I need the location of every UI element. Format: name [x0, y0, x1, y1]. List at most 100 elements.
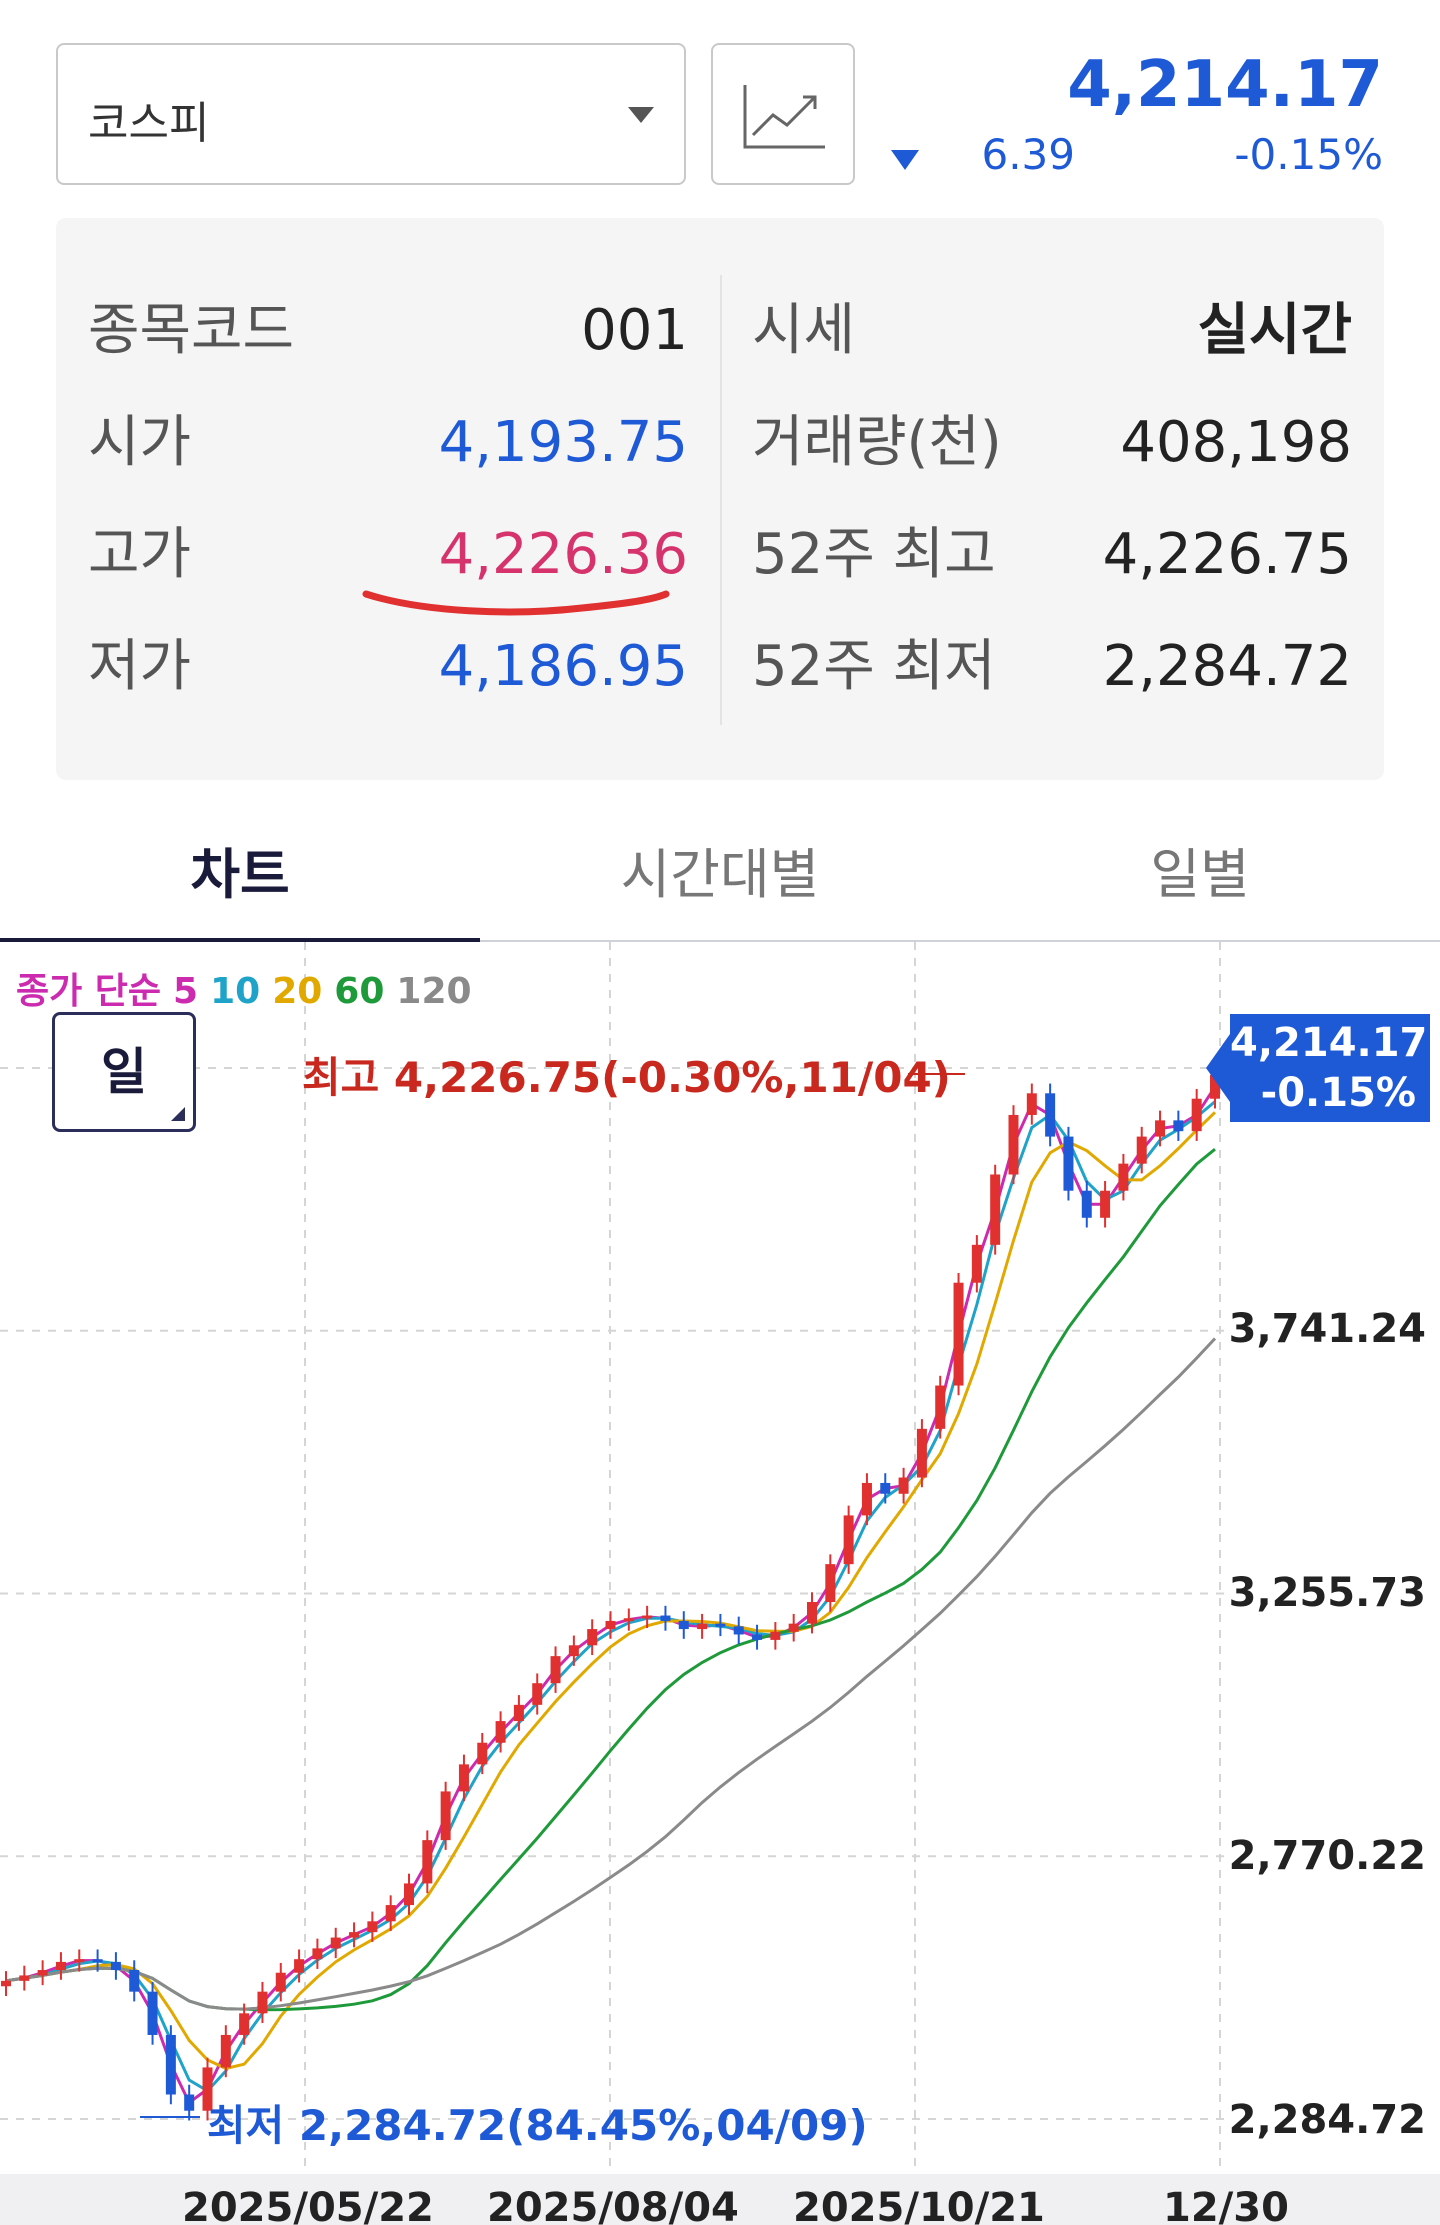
y-tick-label: 3,255.73	[1228, 1570, 1426, 1616]
ma-legend-prefix: 종가 단순	[16, 971, 162, 1012]
info-value: 4,226.75	[1102, 522, 1352, 587]
info-value: 실시간	[1197, 298, 1352, 363]
candle-body	[1118, 1163, 1129, 1191]
ma-legend-item: 60	[334, 971, 385, 1012]
candle-body	[1173, 1120, 1184, 1132]
tab-bar: 차트 시간대별 일별	[0, 800, 1440, 942]
info-divider	[720, 275, 722, 725]
info-value: 001	[581, 298, 688, 363]
candle-body	[770, 1631, 781, 1640]
candle-body	[458, 1764, 469, 1792]
tab-daily[interactable]: 일별	[960, 830, 1440, 909]
candle-body	[660, 1615, 671, 1621]
candle-body	[385, 1905, 396, 1922]
info-label: 시가	[88, 410, 192, 475]
candle-body	[990, 1174, 1001, 1245]
tab-hourly[interactable]: 시간대별	[480, 830, 960, 909]
candle-body	[495, 1721, 506, 1743]
tab-label: 일별	[1150, 843, 1250, 906]
period-label: 일	[101, 1043, 147, 1101]
candle-body	[37, 1970, 48, 1976]
candle-body	[752, 1634, 763, 1640]
price-chart[interactable]: 종가 단순 5 10 20 60 120 일 4,214.17 -0.15% 최고 4,2…	[0, 942, 1440, 2225]
current-price-tag: 4,214.17 -0.15%	[1206, 1014, 1430, 1122]
candle-body	[825, 1564, 836, 1603]
handwritten-underline	[362, 590, 670, 616]
candle-body	[953, 1282, 964, 1386]
candle-body	[404, 1883, 414, 1906]
y-tick-label: 2,770.22	[1228, 1833, 1426, 1879]
info-value: 4,193.75	[438, 410, 688, 475]
candle-body	[1, 1980, 11, 1987]
candle-body	[715, 1623, 726, 1627]
info-label: 거래량(천)	[752, 410, 1002, 475]
info-row-52w-high: 52주 최고 4,226.75	[752, 520, 1352, 590]
x-tick-label: 2025/08/04	[487, 2185, 739, 2225]
candle-body	[74, 1959, 85, 1963]
tab-label: 시간대별	[620, 843, 820, 906]
info-value: 2,284.72	[1102, 634, 1352, 699]
candle-body	[147, 1991, 158, 2035]
info-label: 고가	[88, 522, 192, 587]
period-button[interactable]: 일	[52, 1012, 196, 1132]
info-label: 종목코드	[88, 298, 295, 363]
candle-body	[477, 1742, 488, 1765]
info-label: 52주 최고	[752, 522, 996, 587]
info-value: 4,186.95	[438, 634, 688, 699]
candle-body	[367, 1921, 378, 1933]
ma-legend-item: 20	[272, 971, 323, 1012]
candle-body	[55, 1961, 66, 1971]
index-select[interactable]: 코스피	[56, 43, 686, 185]
chart-canvas	[0, 942, 1230, 2174]
candle-body	[220, 2034, 231, 2068]
candle-body	[880, 1482, 891, 1494]
candle-body	[129, 1970, 140, 1992]
info-row-low: 저가 4,186.95	[88, 632, 688, 702]
down-arrow-icon	[891, 150, 919, 170]
candle-body	[330, 1937, 341, 1949]
candle-body	[935, 1385, 946, 1429]
candle-body	[861, 1482, 872, 1516]
candle-body	[1045, 1093, 1056, 1137]
candle-body	[19, 1975, 30, 1981]
candle-body	[257, 1991, 268, 2014]
candle-body	[239, 2013, 250, 2035]
info-value: 408,198	[1120, 410, 1352, 475]
candle-body	[110, 1961, 121, 1971]
y-tick-label: 3,741.24	[1228, 1306, 1426, 1352]
y-tick-label: 2,284.72	[1228, 2097, 1426, 2143]
candle-body	[697, 1623, 708, 1630]
candle-body	[349, 1932, 360, 1938]
top-bar: 코스피 6.39 4,214.17 -0.15%	[0, 0, 1440, 200]
index-select-label: 코스피	[88, 98, 210, 149]
info-row-high: 고가 4,226.36	[88, 520, 688, 590]
low-annotation: 최저 2,284.72(84.45%,04/09)	[207, 2101, 868, 2150]
ma-legend-item: 120	[396, 971, 472, 1012]
candle-body	[294, 1959, 305, 1973]
tab-chart[interactable]: 차트	[0, 830, 480, 909]
candle-body	[678, 1620, 689, 1630]
info-label: 52주 최저	[752, 634, 996, 699]
candle-body	[92, 1959, 103, 1963]
candle-body	[440, 1791, 451, 1841]
candle-body	[843, 1515, 854, 1565]
info-value: 4,226.36	[438, 522, 688, 587]
candle-body	[184, 2094, 195, 2111]
x-tick-label: 12/30	[1163, 2185, 1289, 2225]
ma-legend-item: 10	[210, 971, 261, 1012]
candle-body	[733, 1626, 744, 1635]
candle-body	[1008, 1114, 1019, 1175]
candle-body	[605, 1620, 616, 1630]
candle-body	[642, 1615, 653, 1619]
chart-toggle-button[interactable]	[711, 43, 855, 185]
price-tag-pct: -0.15%	[1260, 1070, 1416, 1116]
line-chart-icon	[743, 85, 825, 149]
candle-body	[1100, 1190, 1111, 1218]
change-value: 6.39	[981, 130, 1075, 179]
candle-body	[422, 1840, 433, 1884]
x-tick-label: 2025/10/21	[793, 2185, 1045, 2225]
candle-body	[165, 2034, 176, 2095]
candle-body	[971, 1244, 982, 1283]
tab-label: 차트	[190, 843, 290, 906]
candle-body	[788, 1623, 799, 1632]
